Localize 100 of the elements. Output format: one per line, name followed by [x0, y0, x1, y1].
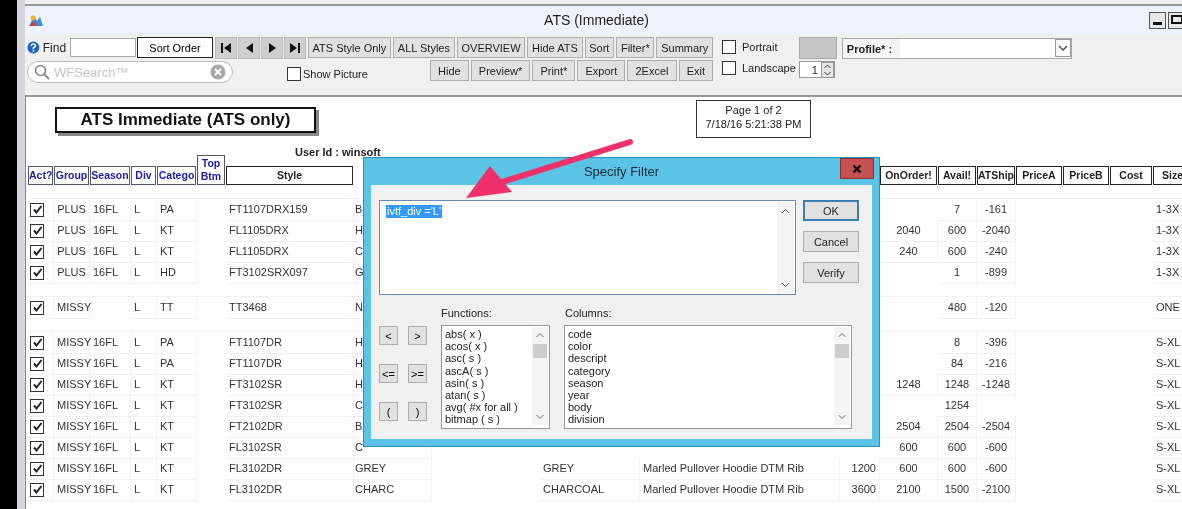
list-item[interactable]: season — [568, 376, 833, 389]
help-icon[interactable] — [27, 41, 40, 54]
column-header[interactable]: Style — [226, 166, 353, 185]
toolbar-button[interactable]: Sort — [584, 37, 615, 58]
table-cell: MISSY — [54, 353, 90, 375]
operator-button[interactable]: >= — [408, 364, 427, 383]
list-item[interactable]: abs( x ) — [445, 328, 531, 341]
table-cell: 16FL — [90, 199, 131, 221]
column-header[interactable]: PriceA — [1016, 166, 1062, 185]
minimize-icon[interactable] — [1149, 11, 1166, 29]
toolbar-button[interactable]: Hide — [430, 60, 469, 81]
checkbox[interactable] — [30, 244, 44, 259]
toolbar-button[interactable]: Print* — [532, 60, 576, 81]
table-cell: FL1105DRX — [226, 220, 354, 242]
toolbar-button[interactable]: ATS Style Only — [307, 37, 392, 58]
table-cell: L — [131, 437, 157, 459]
column-header[interactable]: Cost — [1110, 166, 1152, 185]
dialog-button[interactable]: OK — [803, 200, 859, 221]
column-header[interactable]: Size — [1153, 166, 1182, 185]
toolbar-button[interactable]: ALL Styles — [393, 37, 455, 58]
column-header[interactable]: Catego — [157, 166, 196, 185]
checkbox[interactable] — [30, 202, 44, 217]
checkbox[interactable] — [287, 66, 301, 81]
restore-icon[interactable] — [1168, 11, 1182, 29]
copies-spinner[interactable]: 1 — [798, 61, 835, 78]
list-item[interactable]: color — [568, 340, 833, 353]
table-cell: 7 — [938, 199, 977, 221]
table-cell: S-XL — [1153, 353, 1182, 375]
column-header[interactable]: Act? — [28, 166, 53, 185]
toolbar-button[interactable]: OVERVIEW — [456, 37, 526, 58]
search-bar[interactable]: WFSearch™ — [27, 61, 233, 83]
column-header[interactable]: Group — [54, 166, 89, 185]
checkbox[interactable] — [30, 377, 44, 392]
operator-button[interactable]: > — [408, 326, 427, 345]
table-cell: CHARC — [354, 479, 432, 501]
checkbox[interactable] — [30, 461, 44, 476]
list-item[interactable]: asc( s ) — [445, 352, 531, 365]
close-button[interactable] — [840, 158, 874, 179]
list-item[interactable]: division — [568, 413, 833, 426]
toolbar-button[interactable]: Export — [577, 60, 626, 81]
checkbox[interactable] — [30, 300, 44, 315]
checkbox[interactable] — [30, 356, 44, 371]
list-item[interactable]: atan( s ) — [445, 389, 531, 402]
toolbar-button[interactable]: Filter* — [616, 37, 655, 58]
spinner-arrows-icon[interactable] — [820, 61, 834, 78]
list-item[interactable]: code — [568, 328, 833, 341]
checkbox[interactable] — [30, 398, 44, 413]
table-cell: MISSY — [54, 297, 90, 319]
table-cell: MISSY — [54, 479, 90, 501]
list-item[interactable]: category — [568, 364, 833, 377]
app-icon — [28, 13, 44, 27]
table-cell: 1248 — [938, 374, 977, 396]
checkbox[interactable] — [30, 223, 44, 238]
list-item[interactable]: bitmap ( s ) — [445, 413, 531, 426]
list-item[interactable]: acos( x ) — [445, 340, 531, 353]
column-header[interactable]: Top Btm — [197, 155, 225, 185]
dialog-button[interactable]: Verify — [803, 262, 859, 283]
operator-button[interactable]: < — [379, 326, 398, 345]
checkbox[interactable] — [30, 419, 44, 434]
table-cell: 1500 — [938, 479, 977, 501]
functions-list[interactable]: abs( x ) acos( x ) asc( s ) ascA( s ) asin( s ) atan( s ) avg( #x for all ) bitmap ( s ) — [441, 325, 550, 429]
toolbar-button[interactable]: 2Excel — [627, 60, 677, 81]
list-item[interactable]: year — [568, 389, 833, 402]
list-item[interactable]: ascA( s ) — [445, 364, 531, 377]
checkbox[interactable] — [30, 482, 44, 497]
column-header[interactable]: Avail! — [938, 166, 976, 185]
list-item[interactable]: avg( #x for all ) — [445, 401, 531, 414]
columns-list[interactable]: code color descript category season year body division — [564, 325, 852, 429]
table-cell: S-XL — [1153, 437, 1182, 459]
toolbar-button[interactable]: Preview* — [470, 60, 531, 81]
checkbox[interactable] — [30, 265, 44, 280]
scrollbar[interactable] — [834, 327, 850, 425]
toolbar-button[interactable]: Summary — [656, 37, 713, 58]
checkbox[interactable] — [722, 40, 736, 54]
find-field[interactable] — [70, 38, 137, 57]
sort-order-button[interactable]: Sort Order — [137, 37, 213, 58]
list-item[interactable]: body — [568, 401, 833, 414]
scrollbar[interactable] — [777, 202, 794, 294]
checkbox[interactable] — [722, 61, 736, 75]
table-cell: -396 — [977, 332, 1016, 354]
operator-button[interactable]: <= — [379, 364, 398, 383]
operator-button[interactable]: ) — [408, 402, 427, 421]
table-cell: 16FL — [90, 458, 131, 480]
column-header[interactable]: Div — [131, 166, 156, 185]
checkbox[interactable] — [30, 335, 44, 350]
column-header[interactable]: Season — [90, 166, 130, 185]
table-cell: 600 — [938, 220, 977, 242]
dialog-button[interactable]: Cancel — [803, 231, 859, 252]
column-header[interactable]: PriceB — [1063, 166, 1109, 185]
toolbar-button[interactable]: Exit — [678, 60, 714, 81]
operator-button[interactable]: ( — [379, 402, 398, 421]
toolbar-button[interactable]: Hide ATS — [527, 37, 583, 58]
column-header[interactable]: ATShip — [977, 166, 1015, 185]
list-item[interactable]: asin( s ) — [445, 376, 531, 389]
column-header[interactable]: OnOrder! — [880, 166, 937, 185]
scrollbar[interactable] — [532, 327, 548, 425]
list-item[interactable]: descript — [568, 352, 833, 365]
checkbox[interactable] — [30, 440, 44, 455]
window-title: ATS (Immediate) — [543, 12, 650, 28]
color-swatch[interactable] — [798, 37, 837, 59]
